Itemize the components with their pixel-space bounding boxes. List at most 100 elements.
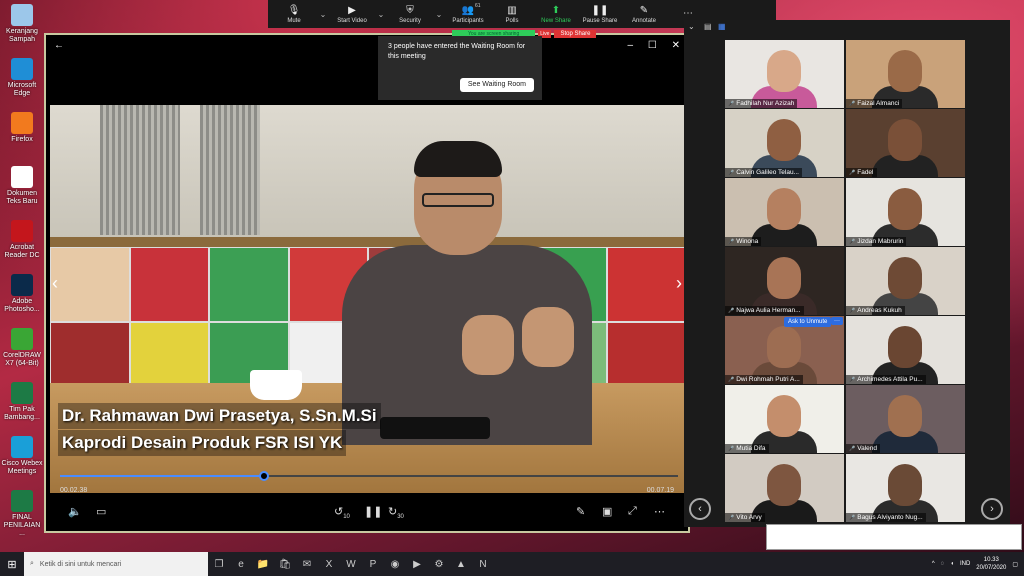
desktop-icon[interactable]: Microsoft Edge [0, 58, 44, 98]
toolbar-pause-share-button[interactable]: ❚❚ Pause Share [578, 4, 622, 24]
photos-icon[interactable]: ▲ [450, 559, 472, 570]
desktop-icon[interactable]: Cisco Webex Meetings [0, 436, 44, 476]
photoshop-icon [11, 274, 33, 296]
participant-tile[interactable]: Fadhilah Nur Azizah [725, 40, 844, 108]
volume-icon[interactable]: 🔈 [68, 505, 82, 518]
toolbar-annotate-button[interactable]: ✎ Annotate [622, 4, 666, 24]
video-camera-icon: ▶ [348, 5, 356, 16]
speaker-title: Kaprodi Desain Produk FSR ISI YK [58, 430, 347, 456]
toolbar-label: Participants [452, 18, 484, 24]
participant-name: Najwa Aulia Herman... [725, 306, 804, 315]
toolbar-mute-button[interactable]: 🎙 Mute [272, 4, 316, 24]
participant-tile[interactable]: Vito Arvy [725, 454, 844, 522]
desktop-icon[interactable]: Dokumen Teks Baru [0, 166, 44, 206]
gallery-prev-icon[interactable]: ‹ [689, 498, 711, 520]
desktop-icon[interactable]: Keranjang Sampah [0, 4, 44, 44]
desktop-icon[interactable]: FINAL PENILAIAN ... [0, 490, 44, 538]
participant-tile[interactable]: Andreas Kukuh [846, 247, 965, 315]
windows-start-icon[interactable]: ⊞ [0, 558, 24, 571]
mini-view-icon[interactable]: ▣ [602, 505, 612, 518]
chevron-down-icon[interactable]: ⌄ [688, 22, 695, 31]
coffee-cup [250, 370, 302, 400]
coreldraw-icon [11, 328, 33, 350]
more-options-icon[interactable]: ⋯ [654, 505, 665, 518]
pause-icon[interactable]: ❚❚ [364, 505, 382, 518]
previous-chevron-icon[interactable]: ‹ [52, 273, 58, 294]
toolbar-new-share-button[interactable]: ⬆ New Share [534, 4, 578, 24]
windows-taskbar: ⊞ ⌕ Ketik di sini untuk mencari ❐ e 📁 🛍 ✉ X W P… [0, 552, 1024, 576]
stop-share-button[interactable]: Stop Share [554, 29, 597, 38]
zoom-icon[interactable]: ▶ [406, 559, 428, 570]
minimize-icon[interactable]: – [628, 40, 634, 51]
chevron-down-icon[interactable]: ⌄ [432, 10, 446, 19]
fullscreen-icon[interactable]: ⤢ [628, 505, 637, 518]
microphone-icon: 🎙 [287, 5, 301, 16]
window-blind [200, 105, 260, 235]
participant-tile[interactable]: Fadel [846, 109, 965, 177]
input-language[interactable]: IND [960, 561, 970, 567]
toolbar-participants-button[interactable]: 👥 Participants 61 [446, 3, 490, 24]
participant-tile[interactable]: Faizal Almanci [846, 40, 965, 108]
edit-pencil-icon[interactable]: ✎ [576, 505, 585, 518]
toolbar-start-video-button[interactable]: ▶ Start Video [330, 4, 374, 24]
participant-tile[interactable]: Bagus Alviyanto Nug... [846, 454, 965, 522]
network-icon[interactable]: ◌ [941, 561, 945, 567]
task-view-icon[interactable]: ❐ [208, 559, 230, 570]
clock[interactable]: 10.33 20/07/2020 [976, 556, 1006, 572]
skip-back-icon[interactable]: ↺10 [334, 505, 350, 520]
participant-more-button[interactable]: ··· [831, 317, 843, 325]
onenote-icon[interactable]: N [472, 559, 494, 570]
desktop-icon[interactable]: Tim Pak Bambang... [0, 382, 44, 422]
toolbar-security-button[interactable]: ⛨ Security [388, 4, 432, 24]
chrome-icon[interactable]: ◉ [384, 559, 406, 570]
skip-forward-seconds: 30 [397, 514, 404, 521]
back-arrow-icon[interactable]: ← [54, 40, 64, 51]
desktop-icon-label: Firefox [11, 136, 33, 143]
chevron-down-icon[interactable]: ⌄ [316, 10, 330, 19]
explorer-icon[interactable]: 📁 [252, 559, 274, 570]
see-waiting-room-button[interactable]: See Waiting Room [459, 78, 534, 92]
mail-icon[interactable]: ✉ [296, 559, 318, 570]
ask-to-unmute-button[interactable]: Ask to Unmute [784, 317, 832, 327]
gallery-view-icon[interactable]: ▦ [718, 22, 726, 31]
desktop-icon[interactable]: Acrobat Reader DC [0, 220, 44, 260]
participant-tile[interactable]: Winona [725, 178, 844, 246]
skip-forward-icon[interactable]: ↻30 [388, 505, 404, 520]
volume-tray-icon[interactable]: ◖ [950, 561, 954, 567]
chevron-down-icon[interactable]: ⌄ [374, 10, 388, 19]
view-toggle-icon[interactable]: ▤ [704, 22, 712, 31]
speaker [312, 141, 622, 445]
skip-back-seconds: 10 [343, 514, 350, 521]
word-icon[interactable]: W [340, 559, 362, 570]
desktop-icon[interactable]: CorelDRAW X7 (64-Bit) [0, 328, 44, 368]
settings-icon[interactable]: ⚙ [428, 559, 450, 570]
participant-tile[interactable]: Calvin Galileo Telau... [725, 109, 844, 177]
participant-tile[interactable]: Najwa Aulia Herman... [725, 247, 844, 315]
acrobat-icon [11, 220, 33, 242]
participant-name: Andreas Kukuh [846, 306, 905, 315]
participant-tile[interactable]: Valend [846, 385, 965, 453]
desktop-icon[interactable]: Firefox [0, 112, 44, 144]
close-icon[interactable]: ✕ [672, 40, 680, 51]
desktop-icon[interactable]: Adobe Photosho... [0, 274, 44, 314]
notifications-icon[interactable]: ▢ [1012, 561, 1018, 568]
gallery-next-icon[interactable]: › [981, 498, 1003, 520]
next-chevron-icon[interactable]: › [676, 273, 682, 294]
progress-bar[interactable] [60, 471, 678, 481]
powerpoint-icon[interactable]: P [362, 559, 384, 570]
taskbar-search[interactable]: ⌕ Ketik di sini untuk mencari [24, 552, 208, 576]
subtitles-icon[interactable]: ▭ [96, 505, 106, 518]
participant-tile[interactable]: Jizdan Mabrurin [846, 178, 965, 246]
firefox-icon [11, 112, 33, 134]
participant-tile[interactable]: Mutia Difa [725, 385, 844, 453]
participant-tile[interactable]: Archimedes Attila Pu... [846, 316, 965, 384]
participant-name: Winona [725, 237, 762, 246]
more-icon[interactable]: ⋯ [666, 7, 710, 21]
store-icon[interactable]: 🛍 [274, 559, 296, 570]
maximize-icon[interactable]: ☐ [648, 40, 657, 51]
tray-chevron-icon[interactable]: ^ [932, 561, 935, 567]
edge-icon[interactable]: e [230, 559, 252, 570]
progress-handle[interactable] [258, 471, 269, 481]
excel-icon[interactable]: X [318, 559, 340, 570]
toolbar-polls-button[interactable]: ▥ Polls [490, 4, 534, 24]
